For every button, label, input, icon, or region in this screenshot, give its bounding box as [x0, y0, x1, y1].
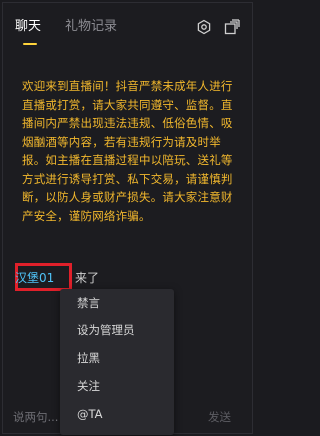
send-button[interactable]: 发送 — [208, 410, 231, 424]
tab-chat[interactable]: 聊天 — [15, 19, 41, 35]
chat-message-text: 来了 — [75, 271, 100, 285]
menu-item-follow[interactable]: 关注 — [77, 379, 100, 393]
popout-icon[interactable] — [224, 19, 240, 35]
menu-item-block[interactable]: 拉黑 — [77, 351, 100, 365]
system-notice: 欢迎来到直播间！抖音严禁未成年人进行直播或打赏，请大家共同遵守、监督。直播间内严… — [22, 79, 233, 223]
active-tab-indicator — [23, 43, 37, 45]
chat-username[interactable]: 汉堡01 — [15, 271, 54, 285]
chat-input-bar: 发送 — [3, 399, 252, 435]
menu-item-mute[interactable]: 禁言 — [77, 296, 100, 310]
tab-gift-record[interactable]: 礼物记录 — [65, 19, 117, 35]
tab-bar: 聊天 礼物记录 — [3, 3, 252, 47]
live-chat-panel: 聊天 礼物记录 欢迎来到直播间！抖音严禁未成年人进行直播或打赏，请大家共同遵守、… — [2, 2, 253, 435]
menu-item-set-admin[interactable]: 设为管理员 — [77, 323, 135, 337]
chat-input[interactable] — [13, 409, 59, 425]
settings-icon[interactable] — [196, 19, 212, 35]
